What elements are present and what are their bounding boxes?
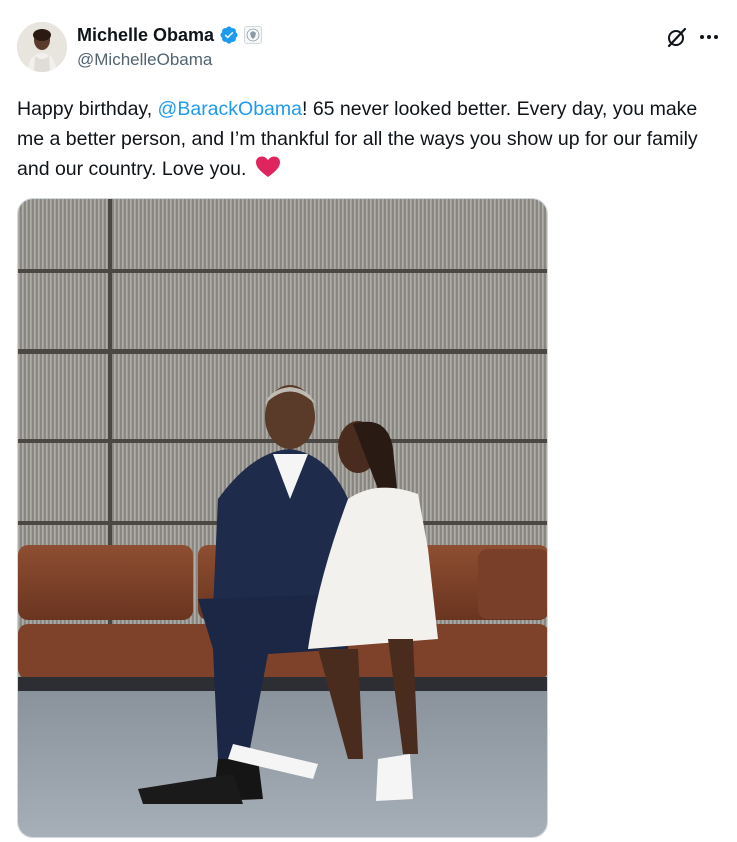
display-name[interactable]: Michelle Obama [77, 25, 214, 46]
tweet-text: Happy birthday, @BarackObama! 65 never l… [17, 94, 717, 184]
handle[interactable]: @MichelleObama [77, 50, 262, 70]
author-names: Michelle Obama @MichelleObama [77, 23, 263, 70]
mention-link[interactable]: @BarackObama [158, 98, 302, 120]
tweet-header: Michelle Obama @MichelleObama [17, 22, 722, 74]
government-seal-icon[interactable] [244, 26, 263, 44]
tweet-text-part: Happy birthday, [17, 98, 158, 120]
photo-illustration [18, 199, 547, 837]
grok-icon[interactable] [666, 26, 688, 48]
verified-check-icon[interactable] [219, 25, 239, 45]
more-icon[interactable] [698, 26, 720, 48]
tweet-photo[interactable] [17, 198, 548, 838]
heart-icon [255, 155, 281, 179]
avatar[interactable] [17, 22, 67, 72]
